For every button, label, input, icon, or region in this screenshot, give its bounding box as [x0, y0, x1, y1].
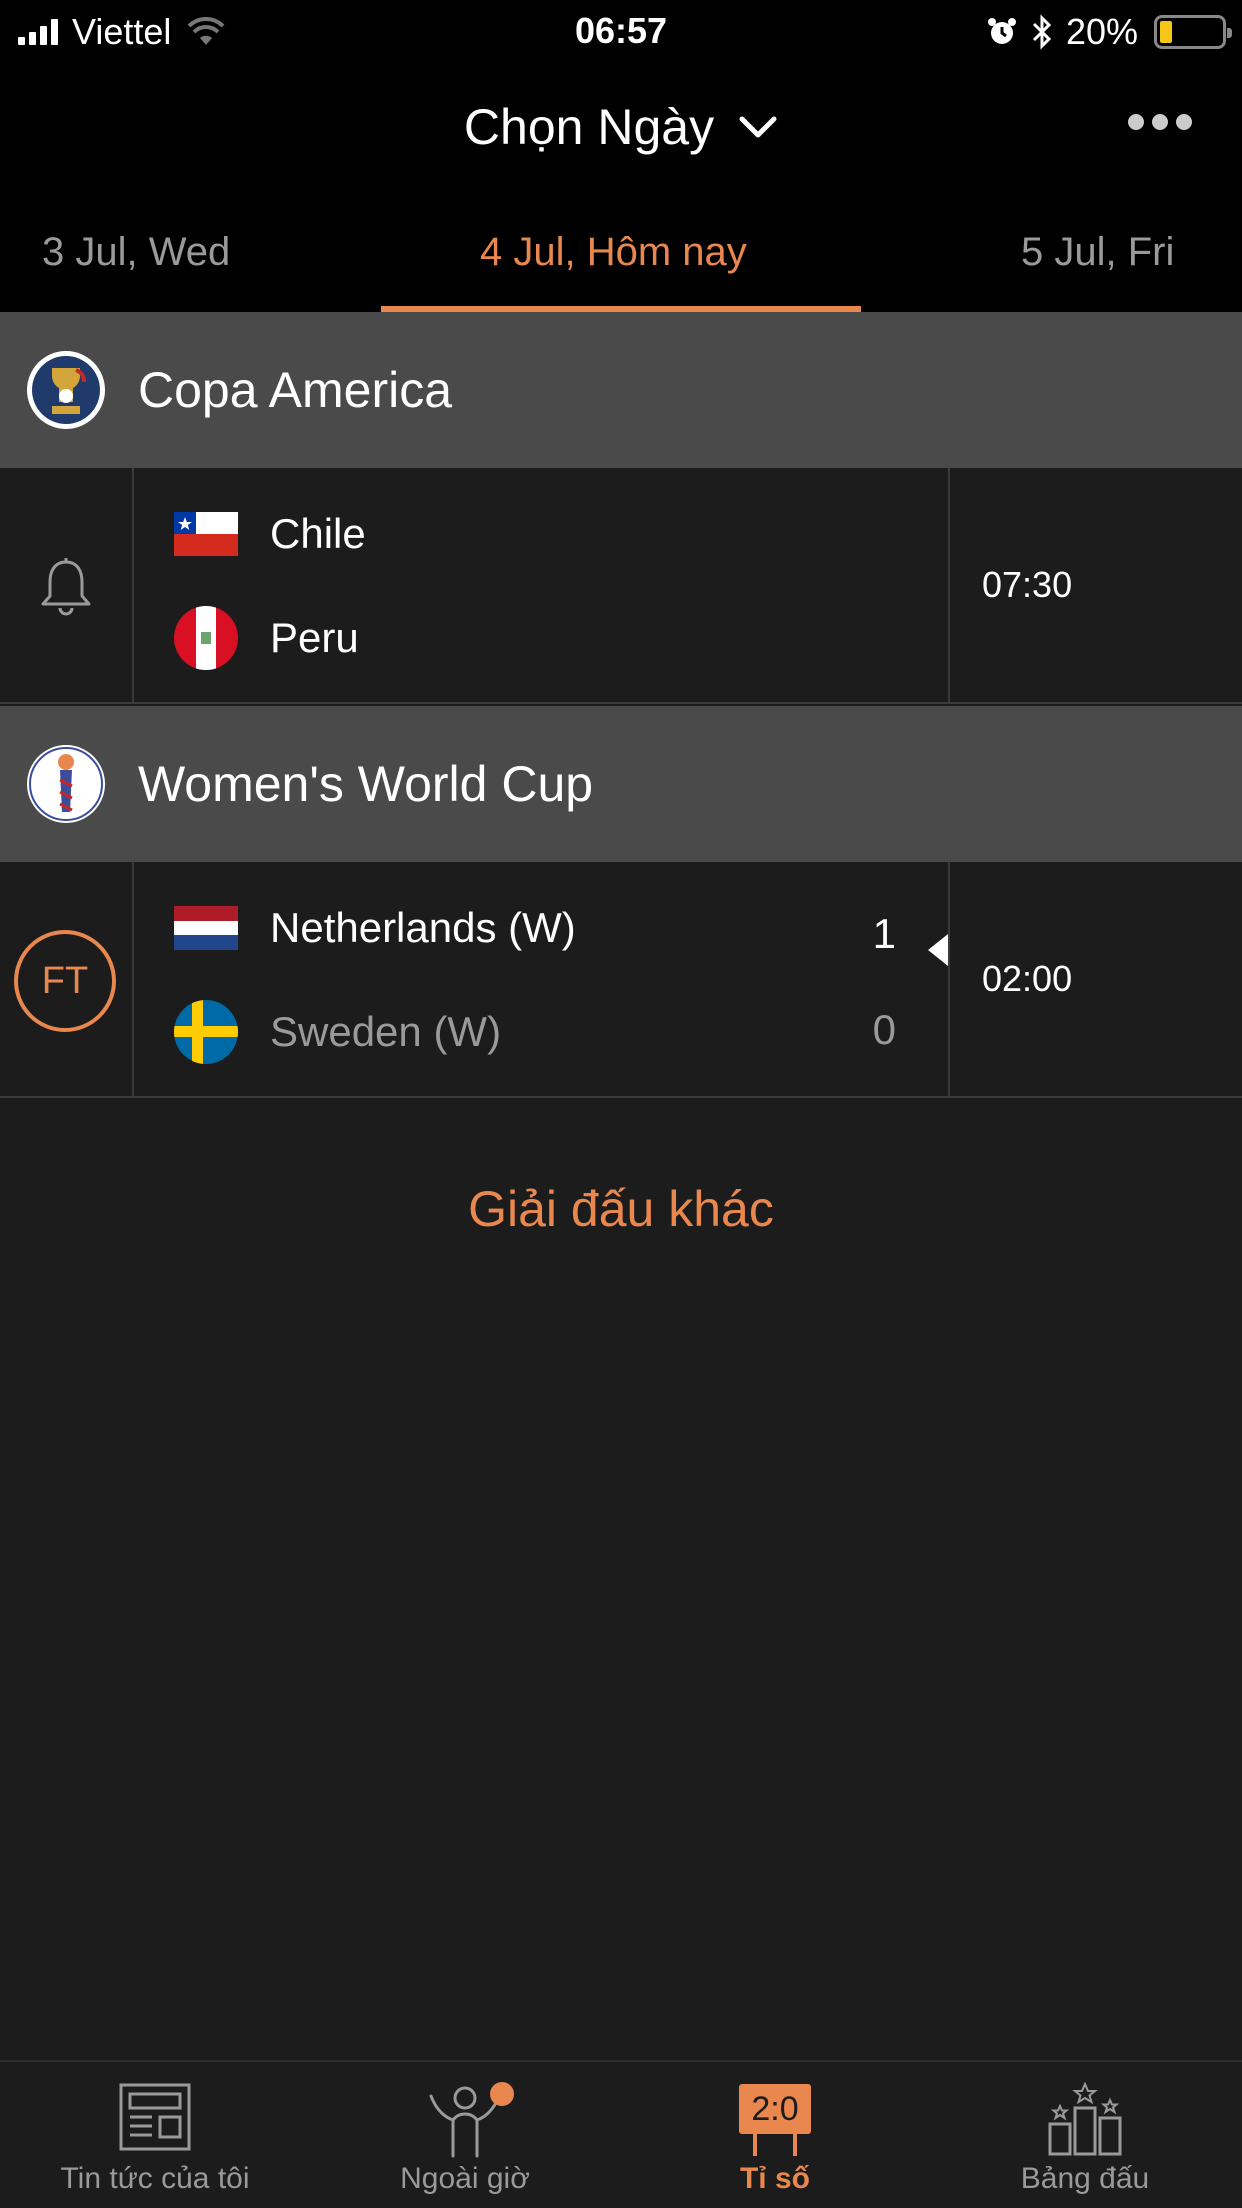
home-team: Netherlands (W)	[174, 904, 576, 952]
bluetooth-icon	[1032, 14, 1052, 50]
scoreboard-text: 2:0	[739, 2084, 811, 2134]
league-name: Women's World Cup	[138, 756, 594, 812]
womens-world-cup-logo	[26, 744, 106, 824]
team-name: Sweden (W)	[270, 1008, 502, 1055]
more-options-icon[interactable]	[1128, 114, 1192, 130]
top-header: Chọn Ngày	[0, 62, 1242, 194]
kickoff-time: 02:00	[982, 958, 1073, 999]
away-team: Peru	[174, 606, 359, 670]
nav-label: Tin tức của tôi	[60, 2162, 250, 2195]
battery-icon	[1154, 15, 1232, 49]
winner-arrow-icon	[928, 934, 948, 966]
battery-percent: 20%	[1065, 11, 1138, 52]
nav-label: Bảng đấu	[1020, 2162, 1150, 2195]
league-name: Copa America	[138, 362, 453, 418]
away-team: Sweden (W)	[174, 1000, 501, 1064]
standings-icon	[1048, 2082, 1122, 2156]
netherlands-flag-icon	[174, 906, 238, 950]
page-title: Chọn Ngày	[463, 99, 715, 155]
nav-extra-time[interactable]: Ngoài giờ	[310, 2062, 620, 2208]
tab-today[interactable]: 4 Jul, Hôm nay	[480, 230, 747, 275]
league-header-womens-world-cup[interactable]: Women's World Cup	[0, 706, 1242, 862]
peru-flag-icon	[174, 606, 238, 670]
copa-america-logo	[26, 350, 106, 430]
away-score: 0	[872, 1006, 896, 1053]
status-badge: FT	[14, 930, 116, 1032]
nav-standings[interactable]: Bảng đấu	[930, 2062, 1240, 2208]
nav-scores[interactable]: 2:0 Tỉ số	[620, 2062, 930, 2208]
bell-icon[interactable]	[38, 556, 94, 618]
match-row[interactable]: Chile Peru 07:30	[0, 468, 1242, 704]
home-team: Chile	[174, 510, 366, 558]
date-tabs: 3 Jul, Wed 4 Jul, Hôm nay 5 Jul, Fri	[0, 194, 1242, 312]
nav-my-news[interactable]: Tin tức của tôi	[0, 2062, 310, 2208]
date-picker-button[interactable]: Chọn Ngày	[0, 98, 1242, 156]
tab-prev-day[interactable]: 3 Jul, Wed	[42, 230, 230, 275]
home-score: 1	[872, 910, 896, 957]
team-name: Netherlands (W)	[270, 904, 576, 951]
chevron-down-icon	[739, 116, 777, 138]
team-name: Peru	[270, 614, 359, 661]
status-bar: Viettel 06:57 20%	[0, 0, 1242, 62]
alarm-icon	[987, 18, 1016, 44]
bottom-nav: Tin tức của tôi Ngoài giờ 2:0 Tỉ số Bảng…	[0, 2060, 1242, 2208]
newspaper-icon	[119, 2083, 191, 2151]
sweden-flag-icon	[174, 1000, 238, 1064]
team-name: Chile	[270, 510, 366, 557]
nav-label: Tỉ số	[739, 2162, 810, 2195]
notification-dot	[490, 2082, 514, 2106]
league-header-copa-america[interactable]: Copa America	[0, 312, 1242, 468]
scoreboard-icon: 2:0	[739, 2084, 811, 2158]
kickoff-time: 07:30	[982, 564, 1073, 605]
other-leagues-link[interactable]: Giải đấu khác	[0, 1180, 1242, 1238]
match-row[interactable]: FT Netherlands (W) 1 Sweden (W) 0 02:00	[0, 862, 1242, 1098]
chile-flag-icon	[174, 512, 238, 556]
nav-label: Ngoài giờ	[400, 2162, 530, 2195]
tab-next-day[interactable]: 5 Jul, Fri	[1021, 230, 1174, 275]
